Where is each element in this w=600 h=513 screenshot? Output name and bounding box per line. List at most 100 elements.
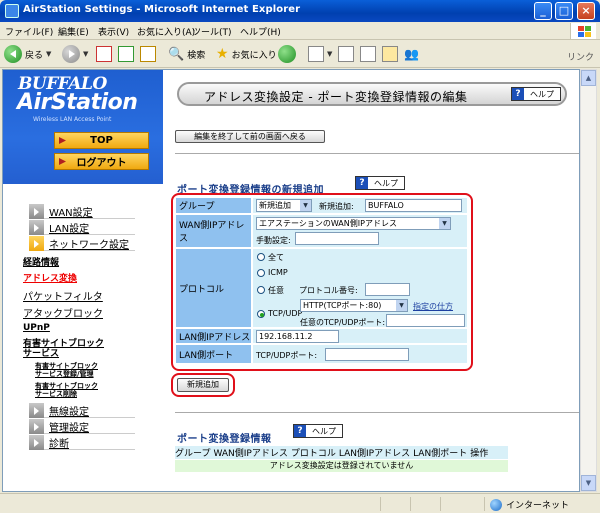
home-icon <box>140 46 156 62</box>
forward-button[interactable]: ▼ <box>62 43 88 65</box>
help-button[interactable]: ? ヘルプ <box>511 87 561 101</box>
submenu-harmful-register[interactable]: 有害サイトブロック サービス登録/管理 <box>35 362 98 378</box>
home-button[interactable] <box>140 43 156 65</box>
favorites-label: お気に入り <box>231 50 277 61</box>
print-button[interactable] <box>338 43 354 65</box>
add-new-button[interactable]: 新規追加 <box>177 378 229 392</box>
menu-file[interactable]: ファイル(F) <box>5 25 53 38</box>
proto-icmp-label: ICMP <box>268 268 288 277</box>
menu-edit[interactable]: 編集(E) <box>58 25 89 38</box>
group-name-input[interactable]: BUFFALO <box>365 199 462 212</box>
submenu-harmful-delete[interactable]: 有害サイトブロック サービス削除 <box>35 382 98 398</box>
status-divider <box>410 497 411 511</box>
brand-panel: BUFFALO AirStation Wireless LAN Access P… <box>3 70 163 184</box>
close-button[interactable]: × <box>577 2 595 20</box>
security-zone: インターネット <box>490 498 569 511</box>
sidebar-item-admin[interactable]: 管理設定 <box>29 418 135 434</box>
arrow-icon <box>29 235 44 251</box>
minimize-button[interactable]: _ <box>534 2 552 20</box>
mail-button[interactable]: ▼ <box>308 43 332 65</box>
lan-port-input[interactable] <box>325 348 409 361</box>
history-button[interactable] <box>278 43 296 65</box>
logout-button[interactable]: ログアウト <box>54 153 149 170</box>
star-icon: ★ <box>216 46 229 62</box>
vertical-scrollbar[interactable]: ▲ ▼ <box>580 69 597 492</box>
back-to-previous-button[interactable]: 編集を終了して前の画面へ戻る <box>175 130 325 143</box>
any-port-input[interactable] <box>386 314 465 327</box>
top-button-label: TOP <box>90 135 113 146</box>
menu-help[interactable]: ヘルプ(H) <box>240 25 281 38</box>
sidebar-item-label: 診断 <box>49 438 69 450</box>
submenu-register-line1: 有害サイトブロック <box>35 362 98 370</box>
help-label: ヘルプ <box>374 178 398 188</box>
ie-app-icon <box>5 4 19 18</box>
sidebar-item-label: WAN設定 <box>49 207 93 219</box>
group-select-value: 新規追加 <box>259 201 291 210</box>
menubar: ファイル(F) 編集(E) 表示(V) お気に入り(A) ツール(T) ヘルプ(… <box>0 22 600 40</box>
stop-button[interactable] <box>96 43 112 65</box>
back-button[interactable]: 戻る ▼ <box>4 43 51 65</box>
refresh-button[interactable] <box>118 43 134 65</box>
help-button-new[interactable]: ? ヘルプ <box>355 176 405 190</box>
sidebar-item-diag[interactable]: 診断 <box>29 434 135 450</box>
manual-wan-ip-input[interactable] <box>295 232 379 245</box>
menu-favorites[interactable]: お気に入り(A) <box>137 25 195 38</box>
scroll-down-icon[interactable]: ▼ <box>581 475 596 491</box>
group-select[interactable]: 新規追加 ▼ <box>256 199 312 212</box>
wan-ip-select[interactable]: エアステーションのWAN側IPアドレス ▼ <box>256 217 451 230</box>
proto-number-input[interactable] <box>365 283 410 296</box>
help-label: ヘルプ <box>312 426 336 436</box>
help-button-list[interactable]: ? ヘルプ <box>293 424 343 438</box>
airstation-logo: AirStation <box>17 90 138 115</box>
proto-all-label: 全て <box>268 253 284 262</box>
sidebar-item-network[interactable]: ネットワーク設定 <box>29 235 135 251</box>
forward-arrow-icon <box>62 45 80 63</box>
history-icon <box>278 45 296 63</box>
submenu-upnp[interactable]: UPnP <box>23 323 50 333</box>
submenu-harmful-block[interactable]: 有害サイトブロック サービス <box>23 339 104 359</box>
sidebar-item-label: 管理設定 <box>49 422 89 434</box>
search-button[interactable]: 🔍 検索 <box>168 43 205 65</box>
sidebar-item-wireless[interactable]: 無線設定 <box>29 402 135 418</box>
sidebar-item-wan[interactable]: WAN設定 <box>29 203 135 219</box>
row-lan-ip: LAN側IPアドレス 192.168.11.2 <box>175 328 468 344</box>
messenger-icon: 👥 <box>404 47 419 61</box>
top-button[interactable]: TOP <box>54 132 149 149</box>
browser-content: BUFFALO AirStation Wireless LAN Access P… <box>2 69 580 492</box>
submenu-routing[interactable]: 経路情報 <box>23 255 59 268</box>
menu-view[interactable]: 表示(V) <box>98 25 129 38</box>
submenu-attack-block[interactable]: アタックブロック <box>23 305 103 320</box>
edit-button[interactable] <box>360 43 376 65</box>
sidebar-item-label: ネットワーク設定 <box>49 239 129 251</box>
protocol-value-cell: 全て ICMP 任意 プロトコル番号: TCP/UDP HTTP(TCPポート:… <box>252 248 468 328</box>
radio-proto-tcpudp[interactable] <box>257 310 265 318</box>
lan-port-value-cell: TCP/UDPポート: <box>252 344 468 364</box>
radio-proto-icmp[interactable] <box>257 269 265 277</box>
port-select[interactable]: HTTP(TCPポート:80) ▼ <box>300 299 408 312</box>
chevron-down-icon: ▼ <box>83 50 89 58</box>
wan-ip-select-value: エアステーションのWAN側IPアドレス <box>259 219 397 228</box>
search-label: 検索 <box>187 50 206 61</box>
print-icon <box>338 46 354 62</box>
toolbar: 戻る ▼ ▼ 🔍 検索 ★ お気に入り ▼ 👥 リンク <box>0 40 600 68</box>
row-protocol: プロトコル 全て ICMP 任意 プロトコル番号: TCP/UDP HTTP(T… <box>175 248 468 328</box>
sidebar-item-lan[interactable]: LAN設定 <box>29 219 135 235</box>
radio-proto-any[interactable] <box>257 286 265 294</box>
lan-port-label: LAN側ポート <box>175 344 252 364</box>
main-panel: アドレス変換設定 - ポート変換登録情報の編集 ? ヘルプ 編集を終了して前の画面… <box>163 70 579 491</box>
port-howto-link[interactable]: 指定の仕方 <box>413 301 453 312</box>
lan-ip-label: LAN側IPアドレス <box>175 328 252 344</box>
radio-proto-all[interactable] <box>257 253 265 261</box>
maximize-button[interactable]: □ <box>555 2 573 20</box>
messenger-button[interactable]: 👥 <box>404 43 419 65</box>
links-label[interactable]: リンク <box>567 50 594 63</box>
favorites-button[interactable]: ★ お気に入り <box>216 43 277 65</box>
discuss-button[interactable] <box>382 43 398 65</box>
row-wan-ip: WAN側IPアドレス エアステーションのWAN側IPアドレス ▼ 手動設定: <box>175 214 468 248</box>
menu-tools[interactable]: ツール(T) <box>192 25 232 38</box>
lan-ip-input[interactable]: 192.168.11.2 <box>256 330 339 343</box>
submenu-address-conv[interactable]: アドレス変換 <box>23 271 77 284</box>
scroll-up-icon[interactable]: ▲ <box>581 70 596 86</box>
submenu-packet-filter[interactable]: パケットフィルタ <box>23 288 103 303</box>
search-icon: 🔍 <box>168 46 185 62</box>
